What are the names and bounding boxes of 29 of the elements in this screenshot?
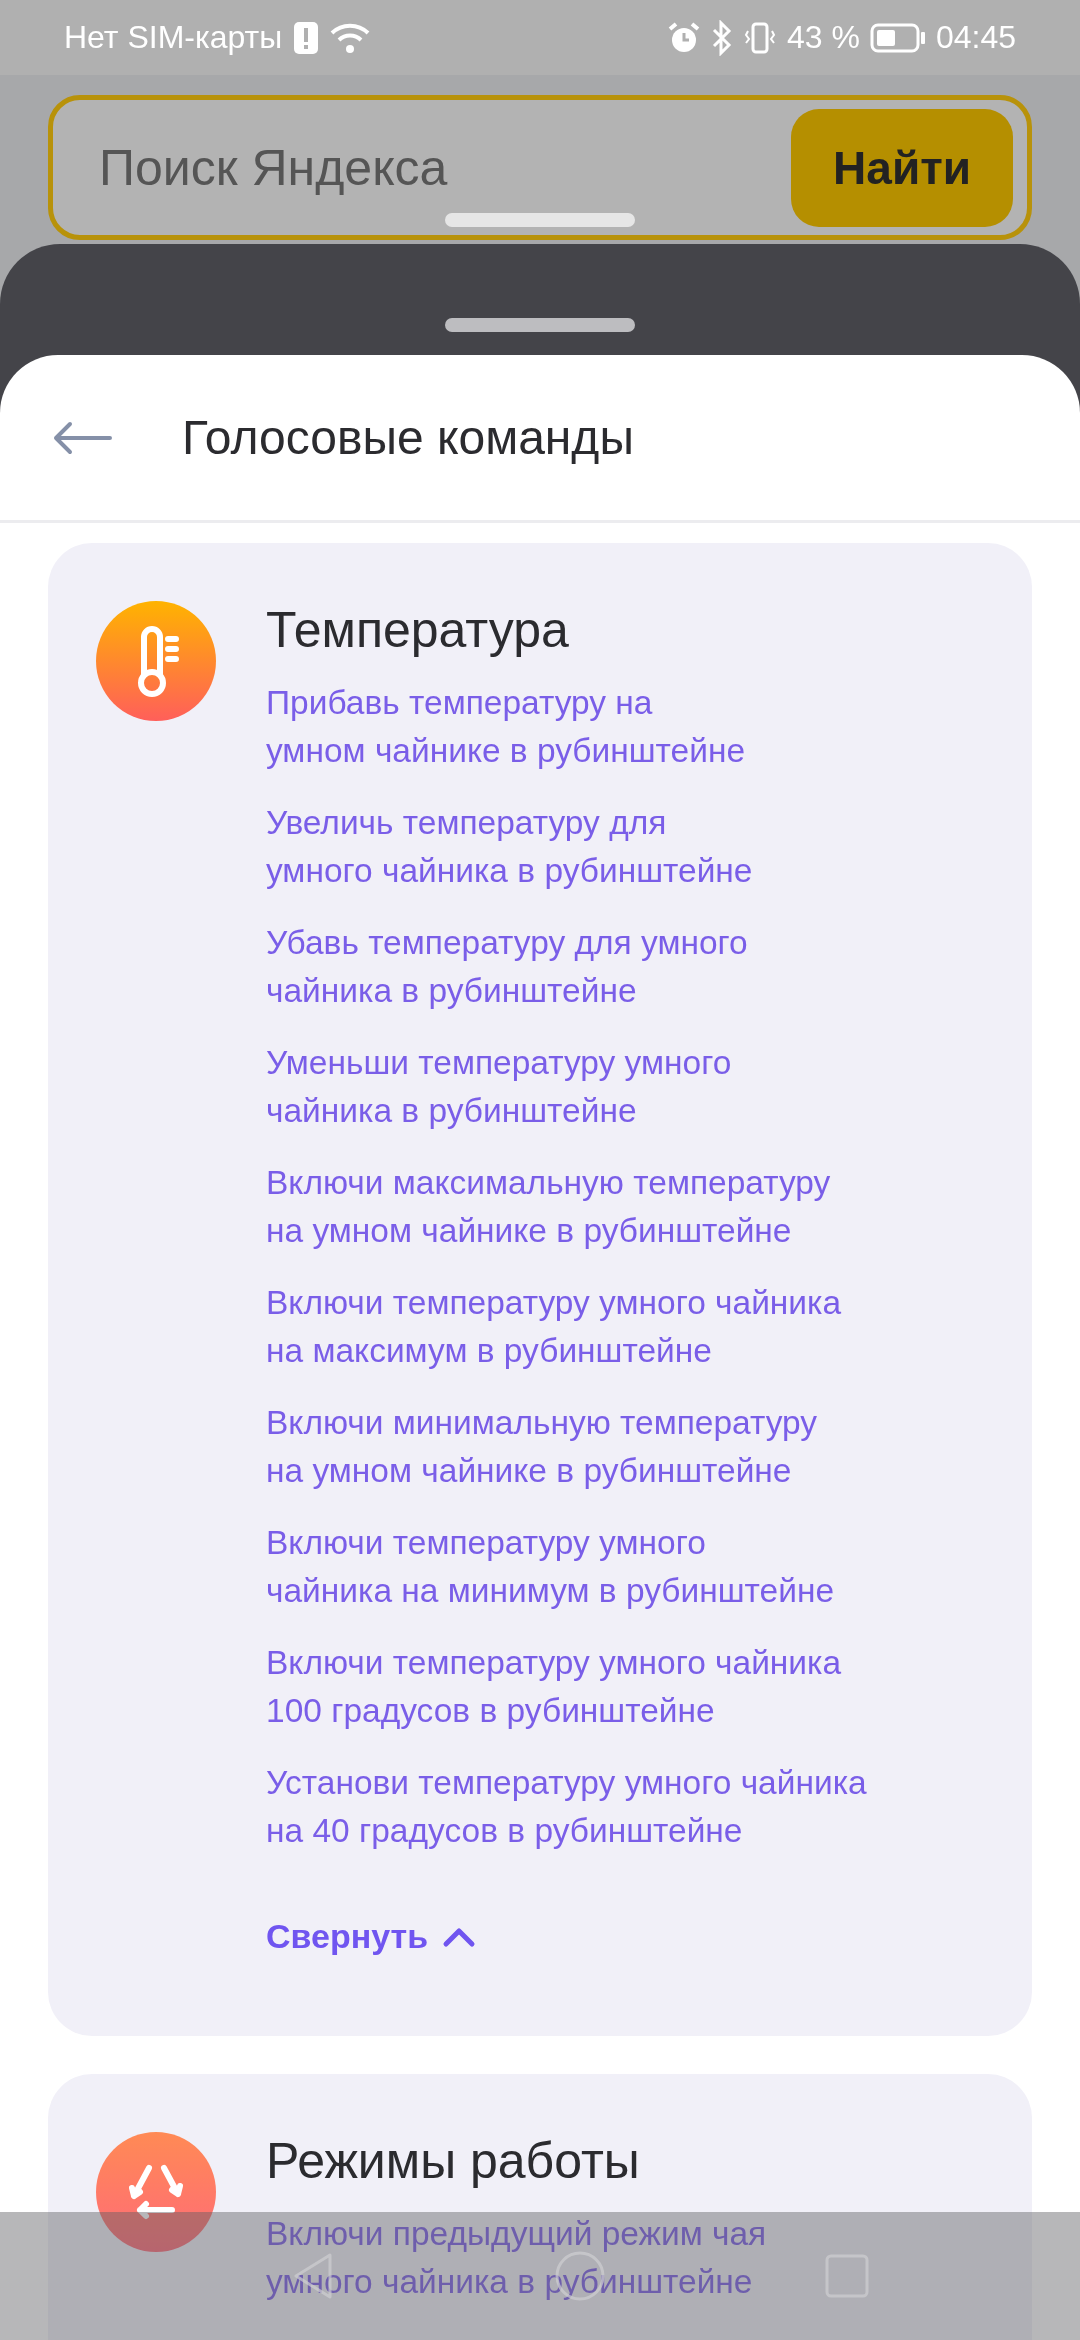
drag-handle[interactable] (445, 213, 635, 227)
section-title: Температура (266, 601, 570, 659)
section-title: Режимы работы (266, 2132, 641, 2190)
command-link[interactable]: Включи температуру умного чайника на максимум в рубинштейне (266, 1279, 992, 1375)
command-link[interactable]: Прибавь температуру на умном чайнике в рубинштейне (266, 679, 992, 775)
command-link[interactable]: Включи температуру умного чайника на минимум в рубинштейне (266, 1519, 992, 1615)
search-field[interactable]: Поиск Яндекса Найти (48, 95, 1032, 240)
carrier-label: Нет SIM-карты (64, 19, 283, 56)
command-link[interactable]: Включи температуру умного чайника 100 градусов в рубинштейне (266, 1639, 992, 1735)
back-icon[interactable] (52, 420, 112, 455)
command-link[interactable]: Увеличь температуру для умного чайника в рубинштейне (266, 799, 992, 895)
clock: 04:45 (935, 19, 1016, 56)
bluetooth-icon (711, 19, 733, 56)
battery-icon (869, 22, 926, 53)
alarm-icon (667, 20, 701, 55)
search-button[interactable]: Найти (791, 108, 1013, 227)
command-link[interactable]: Убавь температуру для умного чайника в рубинштейне (266, 919, 992, 1015)
chevron-up-icon (442, 1925, 477, 1948)
command-link[interactable]: Включи максимальную температуру на умном чайнике в рубинштейне (266, 1159, 992, 1255)
command-link[interactable]: Включи минимальную температуру на умном чайнике в рубинштейне (266, 1399, 992, 1495)
command-link[interactable]: Установи температуру умного чайника на 40 градусов в рубинштейне (266, 1759, 992, 1855)
collapse-button[interactable]: Свернуть (266, 1917, 477, 1956)
screen-title: Голосовые команды (182, 410, 634, 465)
drag-handle[interactable] (445, 318, 635, 332)
sim-alert-icon (292, 19, 321, 56)
battery-percent: 43 % (787, 19, 860, 56)
vibrate-icon (743, 20, 777, 55)
command-link[interactable]: Включи предыдущий режим чая умного чайника в рубинштейне (266, 2210, 992, 2306)
command-link[interactable]: Уменьши температуру умного чайника в рубинштейне (266, 1039, 992, 1135)
